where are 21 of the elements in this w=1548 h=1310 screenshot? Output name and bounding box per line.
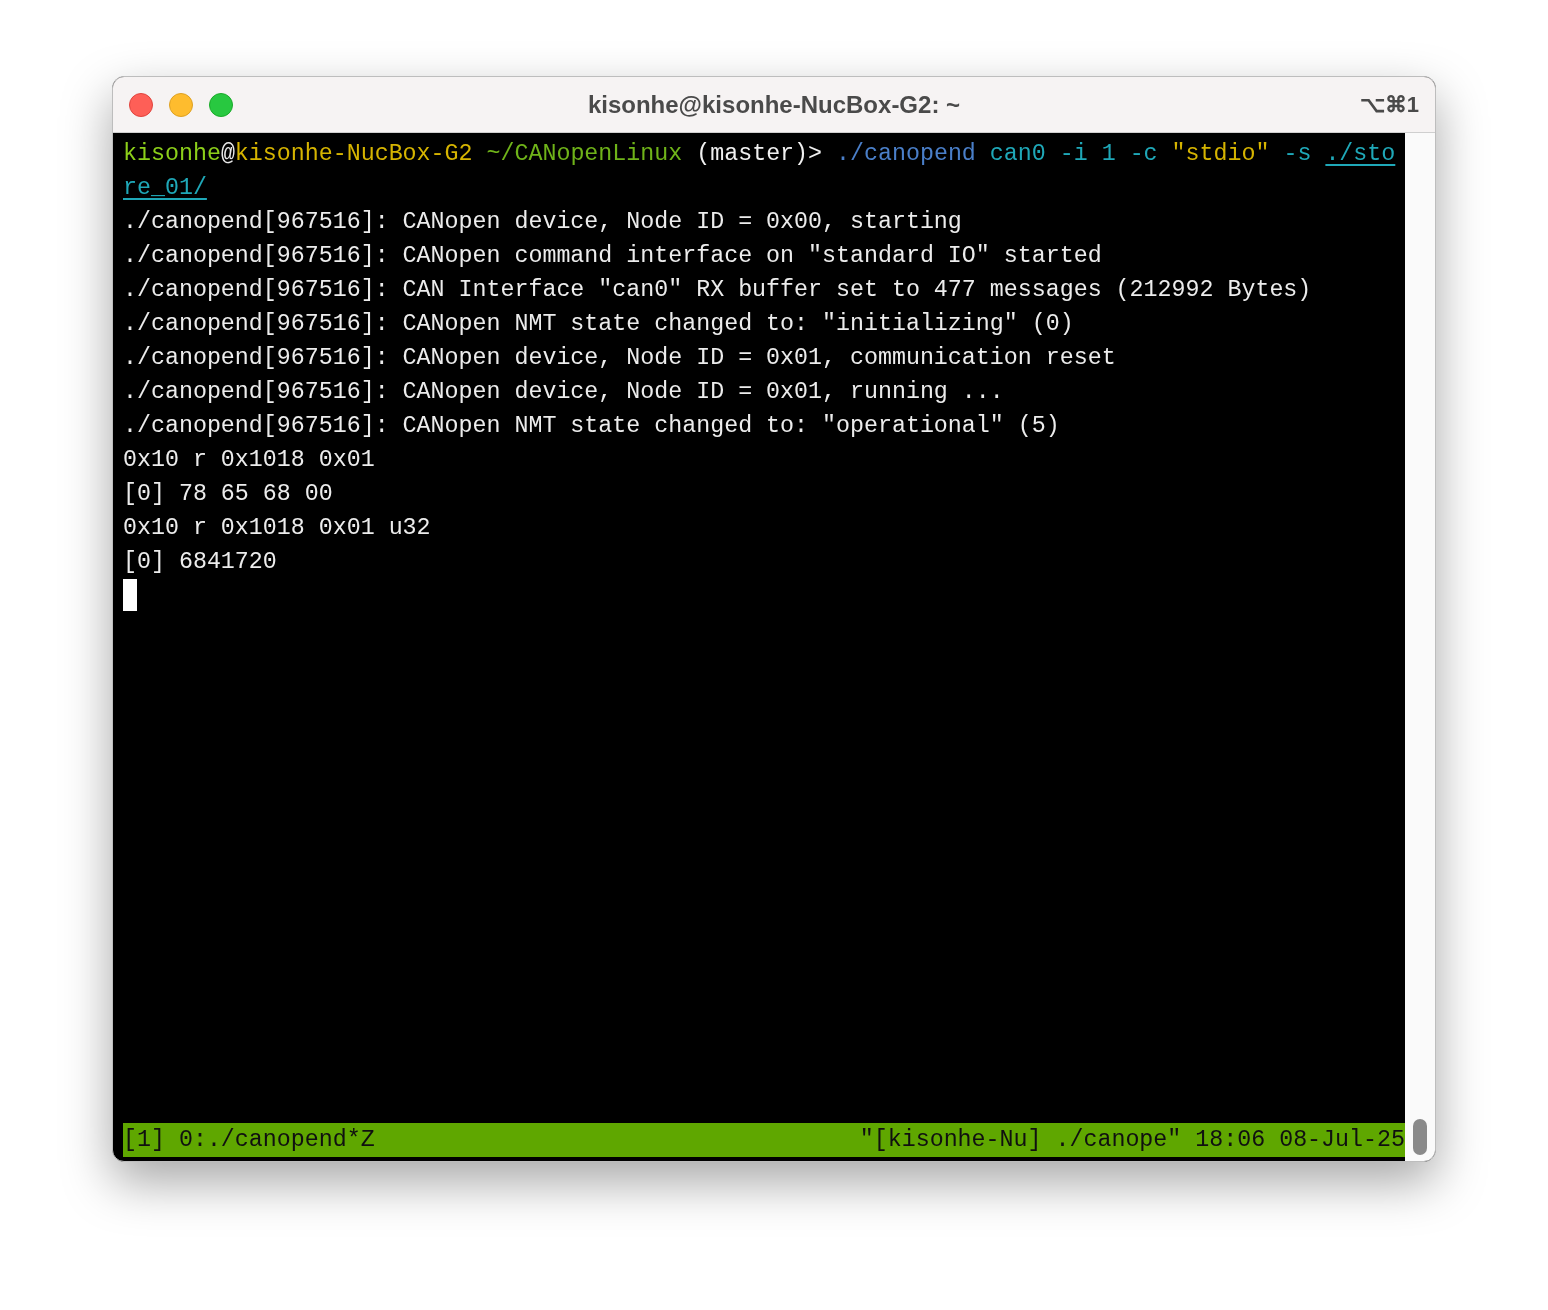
zoom-button[interactable] bbox=[209, 92, 233, 117]
close-button[interactable] bbox=[129, 92, 153, 117]
output-line: [0] 78 65 68 00 bbox=[123, 480, 333, 509]
output-line: ./canopend[967516]: CANopen device, Node ID = 0x01, communication reset bbox=[123, 344, 1116, 373]
output-line: 0x10 r 0x1018 0x01 bbox=[123, 446, 375, 475]
output-line: ./canopend[967516]: CANopen NMT state changed to: "operational" (5) bbox=[123, 412, 1060, 441]
output-line: ./canopend[967516]: CANopen device, Node ID = 0x00, starting bbox=[123, 208, 962, 237]
status-right-text: "[kisonhe-Nu] ./canope" 18:06 08-Jul-25 bbox=[859, 1126, 1405, 1155]
minimize-button[interactable] bbox=[169, 92, 193, 117]
window-title: kisonhe@kisonhe-NucBox-G2: ~ bbox=[587, 89, 961, 120]
status-left-text: [1] 0:./canopend*Z bbox=[123, 1126, 375, 1155]
output-line: [0] 6841720 bbox=[123, 548, 277, 577]
output-line: ./canopend[967516]: CANopen command interface on "standard IO" started bbox=[123, 242, 1102, 271]
output-line: ./canopend[967516]: CAN Interface "can0" RX buffer set to 477 messages (212992 Bytes) bbox=[123, 276, 1312, 305]
output-line: ./canopend[967516]: CANopen device, Node ID = 0x01, running ... bbox=[123, 378, 1004, 407]
shortcut-label: ⌥⌘1 bbox=[1359, 91, 1419, 119]
scrollbar-thumb[interactable] bbox=[1413, 1119, 1427, 1155]
output-line: 0x10 r 0x1018 0x01 u32 bbox=[123, 514, 431, 543]
cursor bbox=[123, 579, 137, 611]
command-line: kisonhe@kisonhe-NucBox-G2 ~/CANopenLinux (master)> ./canopend can0 -i 1 -c "stdio" -s ./store_01/ bbox=[123, 140, 1397, 203]
output-line: ./canopend[967516]: CANopen NMT state changed to: "initializing" (0) bbox=[123, 310, 1074, 339]
